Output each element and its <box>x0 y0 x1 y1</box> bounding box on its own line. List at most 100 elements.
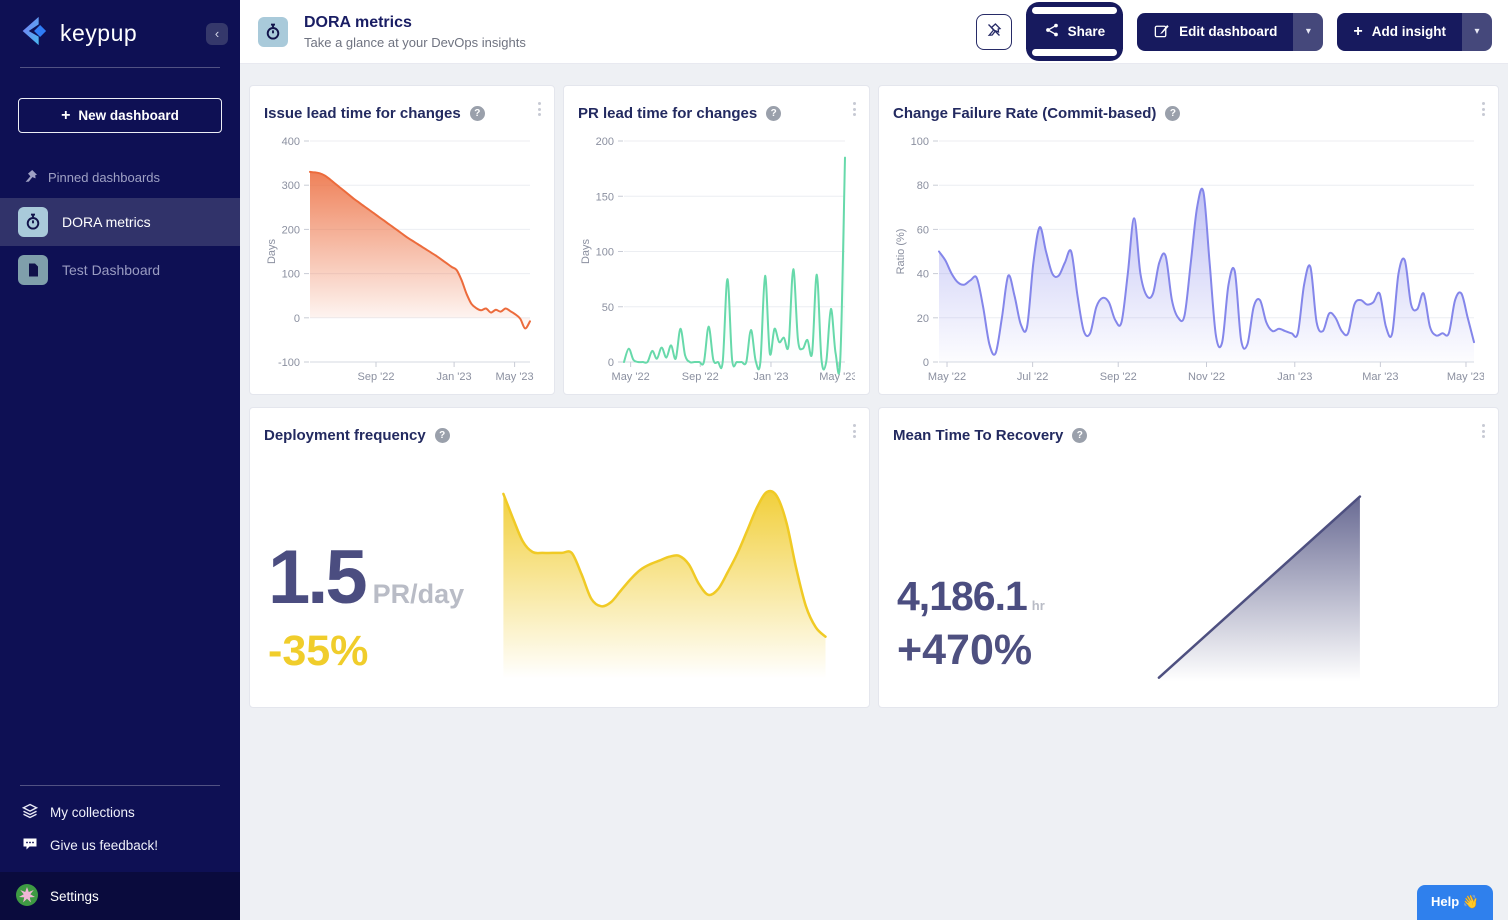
svg-text:Ratio (%): Ratio (%) <box>895 229 907 275</box>
sidebar-collapse-button[interactable]: ‹ <box>206 23 228 45</box>
svg-text:May '22: May '22 <box>612 371 650 383</box>
add-insight-split-button: + Add insight ▾ <box>1337 13 1492 51</box>
sidebar-divider-top <box>20 67 220 68</box>
svg-text:Mar '23: Mar '23 <box>1362 371 1398 383</box>
svg-text:200: 200 <box>282 224 300 236</box>
pin-off-icon <box>986 22 1002 41</box>
highlight-gap-bottom <box>1032 49 1118 56</box>
kpi-delta: -35% <box>268 630 464 673</box>
kpi-value: 1.5 <box>268 540 365 616</box>
settings-button[interactable]: Settings <box>0 872 240 920</box>
kpi-unit: hr <box>1032 598 1045 613</box>
svg-text:Jan '23: Jan '23 <box>753 371 788 383</box>
svg-text:0: 0 <box>294 313 300 325</box>
logo-wordmark: keypup <box>60 20 137 47</box>
kebab-menu-icon[interactable] <box>850 99 859 119</box>
kpi-delta: +470% <box>897 629 1045 672</box>
avatar <box>16 884 38 909</box>
panel-title: Issue lead time for changes <box>264 105 461 122</box>
page-header: DORA metrics Take a glance at your DevOp… <box>240 0 1508 64</box>
pinned-dashboards-label: Pinned dashboards <box>24 169 240 186</box>
sidebar-item-label: Test Dashboard <box>62 262 160 278</box>
svg-text:Sep '22: Sep '22 <box>682 371 719 383</box>
edit-pencil-icon <box>1153 22 1170 42</box>
svg-text:200: 200 <box>596 136 614 148</box>
sidebar-divider-bottom <box>20 785 220 786</box>
share-button[interactable]: Share <box>1026 14 1124 49</box>
new-dashboard-button[interactable]: + New dashboard <box>18 98 222 133</box>
plus-icon: + <box>61 108 70 124</box>
my-collections-link[interactable]: My collections <box>0 796 240 829</box>
svg-text:50: 50 <box>602 302 614 314</box>
logo-row: keypup ‹ <box>0 0 240 67</box>
mttr-kpi: 4,186.1 hr +470% <box>897 576 1045 672</box>
svg-text:May '22: May '22 <box>928 371 966 383</box>
kebab-menu-icon[interactable] <box>1479 99 1488 119</box>
help-icon[interactable]: ? <box>766 106 781 121</box>
chevron-left-icon: ‹ <box>215 27 219 40</box>
help-icon[interactable]: ? <box>1165 106 1180 121</box>
svg-text:May '23: May '23 <box>1447 371 1484 383</box>
share-icon <box>1044 22 1060 41</box>
svg-text:Jan '23: Jan '23 <box>1277 371 1312 383</box>
svg-text:Days: Days <box>266 238 278 264</box>
kpi-unit: PR/day <box>373 579 465 610</box>
help-button[interactable]: Help 👋 <box>1417 885 1493 920</box>
svg-text:May '23: May '23 <box>496 371 534 383</box>
svg-text:20: 20 <box>917 313 929 325</box>
edit-dashboard-label: Edit dashboard <box>1179 24 1277 39</box>
svg-text:-100: -100 <box>278 357 300 369</box>
add-insight-button[interactable]: + Add insight <box>1337 13 1462 51</box>
svg-text:Sep '22: Sep '22 <box>1100 371 1137 383</box>
panel-change-failure-rate: Change Failure Rate (Commit-based) ? 020… <box>878 85 1499 395</box>
svg-text:Sep '22: Sep '22 <box>358 371 395 383</box>
sidebar-item-test-dashboard[interactable]: Test Dashboard <box>0 246 240 294</box>
pin-icon <box>24 169 38 186</box>
svg-text:40: 40 <box>917 269 929 281</box>
page-subtitle: Take a glance at your DevOps insights <box>304 35 526 50</box>
share-button-highlight-ring: Share <box>1026 2 1124 61</box>
svg-text:100: 100 <box>596 247 614 259</box>
svg-text:150: 150 <box>596 191 614 203</box>
panel-issue-lead-time: Issue lead time for changes ? -100010020… <box>249 85 555 395</box>
edit-dashboard-dropdown-button[interactable]: ▾ <box>1293 13 1323 51</box>
feedback-link[interactable]: Give us feedback! <box>0 829 240 862</box>
svg-text:100: 100 <box>911 136 929 148</box>
unpin-button[interactable] <box>976 14 1012 50</box>
add-insight-dropdown-button[interactable]: ▾ <box>1462 13 1492 51</box>
highlight-gap-top <box>1032 7 1118 14</box>
dashboard-grid: Issue lead time for changes ? -100 0 100 20… <box>240 64 1508 920</box>
kebab-menu-icon[interactable] <box>535 99 544 119</box>
caret-down-icon: ▾ <box>1306 26 1311 37</box>
help-icon[interactable]: ? <box>470 106 485 121</box>
sidebar-item-label: DORA metrics <box>62 214 151 230</box>
sidebar: keypup ‹ + New dashboard Pinned dashboar… <box>0 0 240 920</box>
plus-icon: + <box>1353 24 1362 40</box>
deployment-frequency-kpi: 1.5 PR/day -35% <box>268 540 464 673</box>
edit-dashboard-split-button: Edit dashboard ▾ <box>1137 13 1323 51</box>
keypup-logo-icon <box>16 14 50 53</box>
kpi-value: 4,186.1 <box>897 576 1027 617</box>
panel-title: PR lead time for changes <box>578 105 757 122</box>
panel-pr-lead-time: PR lead time for changes ? 0 50 100 150 200 M… <box>563 85 870 395</box>
document-icon <box>18 255 48 285</box>
svg-text:400: 400 <box>282 136 300 148</box>
header-actions: Share Edit dashboard <box>976 2 1492 61</box>
svg-text:Nov '22: Nov '22 <box>1188 371 1225 383</box>
panel-deployment-frequency: Deployment frequency ? 1.5 PR/day -35% <box>249 407 870 708</box>
caret-down-icon: ▾ <box>1474 26 1479 37</box>
edit-dashboard-button[interactable]: Edit dashboard <box>1137 13 1293 51</box>
svg-text:Jul '22: Jul '22 <box>1017 371 1048 383</box>
header-titles: DORA metrics Take a glance at your DevOp… <box>304 13 526 49</box>
pr-lead-time-chart: 050100150200May '22Sep '22Jan '23May '23… <box>578 127 855 388</box>
sidebar-item-dora-metrics[interactable]: DORA metrics <box>0 198 240 246</box>
page-title: DORA metrics <box>304 13 526 32</box>
svg-text:Days: Days <box>580 238 592 264</box>
svg-text:0: 0 <box>608 357 614 369</box>
panel-mean-time-to-recovery: Mean Time To Recovery ? 4,186.1 hr +470% <box>878 407 1499 708</box>
sidebar-bottom: My collections Give us feedback! <box>0 785 240 920</box>
svg-text:80: 80 <box>917 180 929 192</box>
svg-text:0: 0 <box>923 357 929 369</box>
svg-text:60: 60 <box>917 224 929 236</box>
stopwatch-icon <box>18 207 48 237</box>
